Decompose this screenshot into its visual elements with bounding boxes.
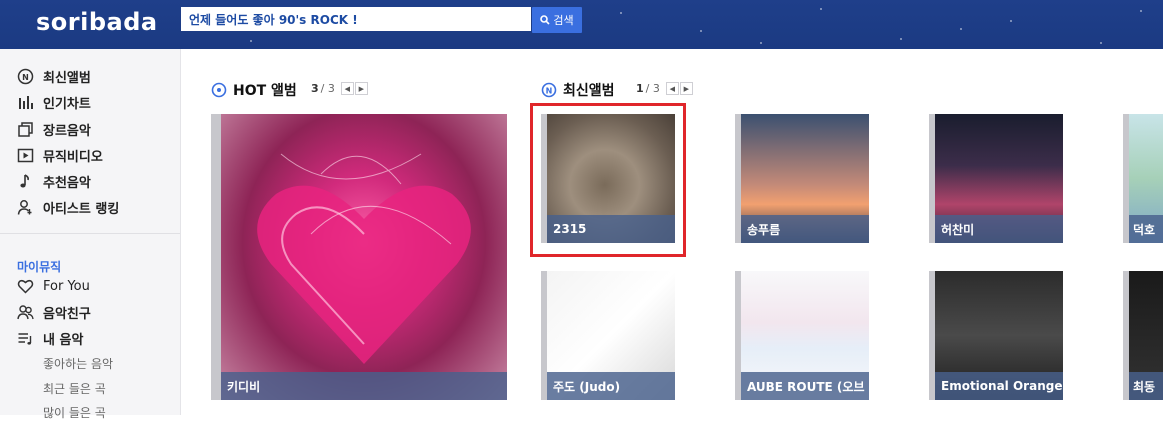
video-play-icon [17,147,34,164]
album-card[interactable]: AUBE ROUTE (오브 [735,271,869,400]
sidebar-item-label: 추천음악 [43,176,91,191]
sidebar-divider [0,233,180,234]
soribada-logo[interactable]: soribada [36,8,158,36]
new-prev-button[interactable]: ◀ [665,82,679,95]
chart-bars-icon [17,94,34,111]
album-card[interactable]: 최동 [1123,271,1163,400]
top-header: soribada 언제 들어도 좋아 90's ROCK ! 검색 [0,0,1163,49]
hot-album-art [221,114,507,400]
search-input[interactable]: 언제 들어도 좋아 90's ROCK ! [181,7,531,31]
hot-prev-button[interactable]: ◀ [340,82,354,95]
new-next-button[interactable]: ▶ [679,82,693,95]
genre-icon [17,121,34,138]
sidebar-subitem-recent[interactable]: 최근 들은 곡 [43,380,106,397]
heart-icon [17,278,34,295]
sidebar: N 최신앨범 인기차트 장르음악 뮤직비디오 추천음악 아티스트 랭킹 마이뮤직 [0,49,181,420]
sidebar-item-new-album[interactable]: N 최신앨범 [17,67,91,86]
new-album-title: N 최신앨범 [541,80,615,100]
album-label: 최동 [1129,372,1163,400]
new-album-section-icon: N [541,82,557,98]
album-card[interactable]: 허찬미 [929,114,1063,243]
svg-text:N: N [22,73,29,82]
playlist-icon [17,330,34,347]
album-card[interactable]: 덕호 [1123,114,1163,243]
sidebar-item-friends[interactable]: 음악친구 [17,303,91,322]
hot-page-current: 3 [311,82,319,95]
album-label: 덕호 [1129,215,1163,243]
sidebar-item-label: 내 음악 [43,333,84,348]
sidebar-item-label: 장르음악 [43,124,91,139]
album-label: Emotional Orange [935,372,1063,400]
hot-album-pager: 3 / 3 ◀ ▶ [311,82,368,95]
sidebar-item-label: 음악친구 [43,307,91,322]
sidebar-subitem-liked[interactable]: 좋아하는 음악 [43,355,113,372]
sidebar-item-label: 인기차트 [43,97,91,112]
hot-album-title: HOT 앨범 [211,80,297,100]
album-label: 주도 (Judo) [547,372,675,400]
sidebar-item-label: 아티스트 랭킹 [43,202,120,217]
hot-next-button[interactable]: ▶ [354,82,368,95]
hot-album-card[interactable]: 키디비 [211,114,507,400]
sidebar-item-for-you[interactable]: For You [17,278,90,295]
new-page-current: 1 [636,82,644,95]
sidebar-item-label: 최신앨범 [43,71,91,86]
sidebar-item-my-music[interactable]: 내 음악 [17,329,83,348]
sidebar-item-artist-ranking[interactable]: 아티스트 랭킹 [17,198,119,217]
friends-icon [17,304,34,321]
heart-art-icon [257,153,471,364]
album-card[interactable]: Emotional Orange [929,271,1063,400]
my-music-label: 마이뮤직 [17,260,62,274]
album-label: 허찬미 [935,215,1063,243]
new-album-pager: 1 / 3 ◀ ▶ [636,82,693,95]
sidebar-item-recommend[interactable]: 추천음악 [17,172,91,191]
new-page-total: / 3 [645,82,660,95]
sidebar-item-video[interactable]: 뮤직비디오 [17,146,103,165]
sidebar-item-chart[interactable]: 인기차트 [17,93,91,112]
hot-page-total: / 3 [320,82,335,95]
sidebar-subitem-most-played[interactable]: 많이 들은 곡 [43,404,106,421]
search-button-label: 검색 [553,14,574,27]
hot-album-title-text: HOT 앨범 [233,83,297,99]
search-button[interactable]: 검색 [532,7,582,33]
selection-highlight [530,103,686,257]
album-card[interactable]: 송푸름 [735,114,869,243]
search-icon [540,15,550,25]
hot-album-icon [211,82,227,98]
sidebar-item-genre[interactable]: 장르음악 [17,120,91,139]
music-note-icon [17,173,34,190]
sidebar-item-label: For You [43,279,90,294]
hot-album-cover [211,114,221,400]
svg-text:N: N [546,87,553,96]
new-album-title-text: 최신앨범 [563,83,615,99]
sidebar-item-label: 뮤직비디오 [43,150,103,165]
artist-icon [17,199,34,216]
hot-album-label: 키디비 [221,372,507,400]
album-card[interactable]: 주도 (Judo) [541,271,675,400]
album-label: AUBE ROUTE (오브 [741,372,869,400]
new-album-icon: N [17,68,34,85]
album-label: 송푸름 [741,215,869,243]
